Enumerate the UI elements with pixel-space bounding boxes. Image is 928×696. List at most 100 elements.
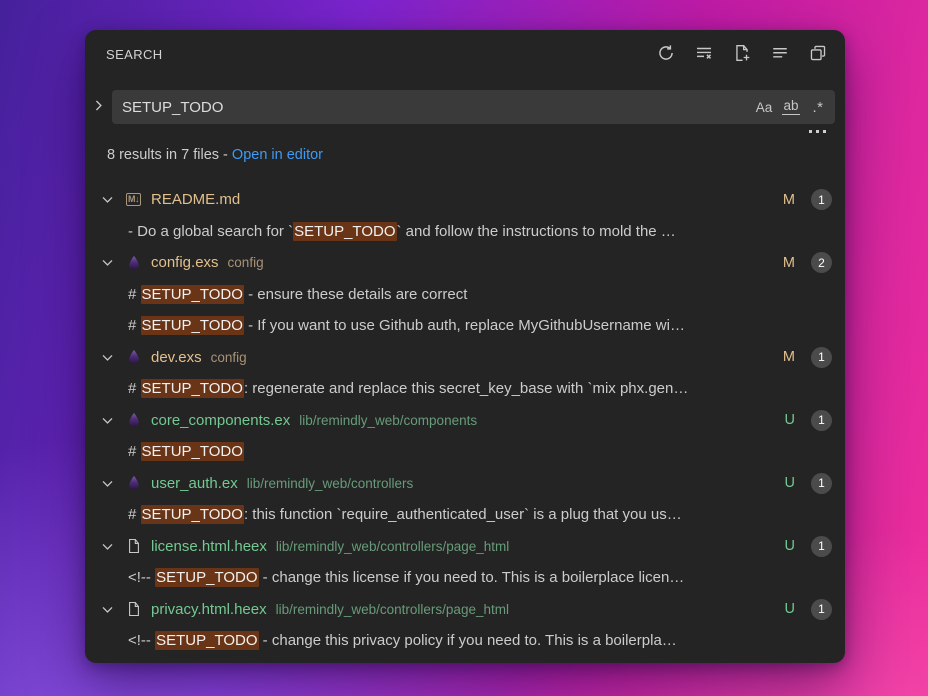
summary-separator: -	[219, 147, 232, 163]
match-suffix: - ensure these details are correct	[244, 286, 467, 303]
match-row[interactable]: # SETUP_TODO - ensure these details are …	[85, 279, 845, 311]
results-tree: M↓ README.md M1 - Do a global search for…	[85, 184, 845, 657]
git-status-badge: U	[785, 475, 795, 491]
match-count-badge: 2	[811, 252, 832, 273]
file-path: config	[211, 350, 247, 365]
match-prefix: #	[128, 443, 141, 460]
match-prefix: #	[128, 286, 141, 303]
match-case-icon: Aa	[756, 100, 773, 115]
chevron-down-icon[interactable]	[98, 350, 117, 365]
panel-title: SEARCH	[106, 47, 163, 62]
match-suffix: - change this privacy policy if you need…	[259, 632, 677, 649]
refresh-icon	[657, 44, 675, 65]
toggle-replace-button[interactable]	[85, 98, 112, 116]
match-count-badge: 1	[811, 599, 832, 620]
elixir-icon	[125, 475, 142, 491]
refresh-button[interactable]	[655, 44, 676, 65]
search-options: Aa ab .*	[753, 96, 829, 118]
details-row	[85, 124, 845, 140]
chevron-down-icon[interactable]	[98, 192, 117, 207]
view-as-list-button[interactable]	[769, 44, 790, 65]
file-row-user-auth[interactable]: user_auth.ex lib/remindly_web/controller…	[85, 468, 845, 500]
file-name: dev.exs	[151, 349, 202, 366]
match-suffix: : this function `require_authenticated_u…	[244, 506, 682, 523]
file-row-config-exs[interactable]: config.exs config M2	[85, 247, 845, 279]
file-name: core_components.ex	[151, 412, 290, 429]
match-prefix: #	[128, 380, 141, 397]
new-search-editor-icon	[733, 44, 751, 65]
clear-results-icon	[695, 44, 713, 65]
ellipsis-icon	[809, 130, 826, 133]
open-in-editor-link[interactable]: Open in editor	[232, 147, 323, 163]
git-status-badge: U	[785, 412, 795, 428]
match-case-toggle[interactable]: Aa	[753, 96, 775, 118]
file-name: README.md	[151, 191, 240, 208]
match-prefix: - Do a global search for `	[128, 223, 293, 240]
match-highlight: SETUP_TODO	[155, 568, 258, 587]
regex-icon: .*	[812, 99, 823, 116]
match-row[interactable]: # SETUP_TODO: regenerate and replace thi…	[85, 373, 845, 405]
match-row[interactable]: # SETUP_TODO: this function `require_aut…	[85, 499, 845, 531]
view-as-list-icon	[771, 44, 789, 65]
git-status-badge: M	[783, 349, 795, 365]
match-count-badge: 1	[811, 410, 832, 431]
match-row[interactable]: # SETUP_TODO	[85, 436, 845, 468]
file-row-dev-exs[interactable]: dev.exs config M1	[85, 342, 845, 374]
git-status-badge: M	[783, 192, 795, 208]
match-row[interactable]: # SETUP_TODO - If you want to use Github…	[85, 310, 845, 342]
match-highlight: SETUP_TODO	[293, 222, 396, 241]
elixir-icon	[125, 255, 142, 271]
match-suffix: - If you want to use Github auth, replac…	[244, 317, 685, 334]
match-prefix: <!--	[128, 569, 155, 586]
match-row[interactable]: <!-- SETUP_TODO - change this license if…	[85, 562, 845, 594]
toggle-search-details-button[interactable]	[809, 130, 826, 133]
chevron-down-icon[interactable]	[98, 413, 117, 428]
match-row[interactable]: <!-- SETUP_TODO - change this privacy po…	[85, 625, 845, 657]
file-name: privacy.html.heex	[151, 601, 267, 618]
clear-results-button[interactable]	[693, 44, 714, 65]
collapse-all-icon	[809, 44, 827, 65]
title-actions	[655, 44, 828, 65]
chevron-down-icon[interactable]	[98, 476, 117, 491]
match-highlight: SETUP_TODO	[141, 316, 244, 335]
match-suffix: - change this license if you need to. Th…	[259, 569, 685, 586]
file-row-readme[interactable]: M↓ README.md M1	[85, 184, 845, 216]
collapse-all-button[interactable]	[807, 44, 828, 65]
match-highlight: SETUP_TODO	[155, 631, 258, 650]
file-row-license[interactable]: license.html.heex lib/remindly_web/contr…	[85, 531, 845, 563]
search-input[interactable]	[122, 99, 753, 116]
git-status-badge: U	[785, 601, 795, 617]
elixir-icon	[125, 349, 142, 365]
match-prefix: <!--	[128, 632, 155, 649]
chevron-down-icon[interactable]	[98, 602, 117, 617]
new-search-editor-button[interactable]	[731, 44, 752, 65]
match-highlight: SETUP_TODO	[141, 442, 244, 461]
whole-word-toggle[interactable]: ab	[780, 96, 802, 118]
file-path: lib/remindly_web/controllers/page_html	[276, 602, 509, 617]
file-name: config.exs	[151, 254, 219, 271]
results-count-text: 8 results in 7 files	[107, 147, 219, 163]
file-path: lib/remindly_web/controllers/page_html	[276, 539, 509, 554]
match-highlight: SETUP_TODO	[141, 505, 244, 524]
search-panel: SEARCH Aa ab .* 8 results in 7 files - O…	[85, 30, 845, 663]
match-prefix: #	[128, 317, 141, 334]
chevron-down-icon[interactable]	[98, 255, 117, 270]
file-name: license.html.heex	[151, 538, 267, 555]
results-summary: 8 results in 7 files - Open in editor	[107, 144, 845, 166]
match-count-badge: 1	[811, 347, 832, 368]
match-highlight: SETUP_TODO	[141, 285, 244, 304]
match-row[interactable]: - Do a global search for `SETUP_TODO` an…	[85, 216, 845, 248]
regex-toggle[interactable]: .*	[807, 96, 829, 118]
git-status-badge: M	[783, 255, 795, 271]
match-count-badge: 1	[811, 536, 832, 557]
file-path: lib/remindly_web/components	[299, 413, 477, 428]
file-row-privacy[interactable]: privacy.html.heex lib/remindly_web/contr…	[85, 594, 845, 626]
search-input-box: Aa ab .*	[112, 90, 835, 124]
match-suffix: ` and follow the instructions to mold th…	[397, 223, 676, 240]
match-suffix: : regenerate and replace this secret_key…	[244, 380, 688, 397]
file-name: user_auth.ex	[151, 475, 238, 492]
file-row-core-components[interactable]: core_components.ex lib/remindly_web/comp…	[85, 405, 845, 437]
match-count-badge: 1	[811, 473, 832, 494]
chevron-down-icon[interactable]	[98, 539, 117, 554]
file-icon	[125, 601, 142, 617]
